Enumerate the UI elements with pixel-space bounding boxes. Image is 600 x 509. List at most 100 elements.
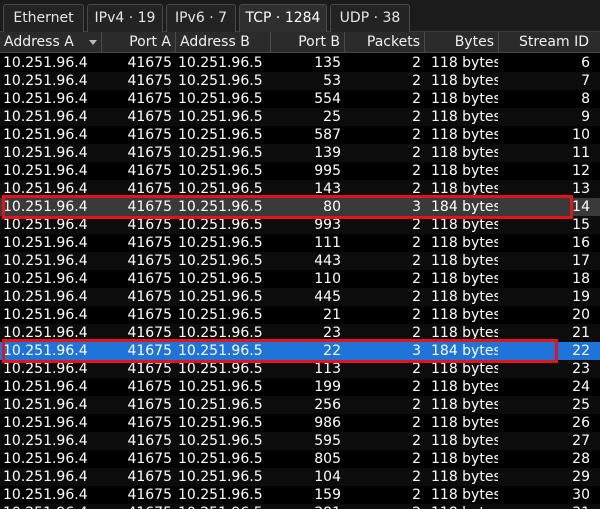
cell-address-a: 10.251.96.4 — [3, 181, 88, 197]
table-row[interactable]: 10.251.96.4 41675 10.251.96.5 80 3 184 bytes 1… — [0, 198, 600, 216]
tab-ipv4[interactable]: IPv4 · 19 — [87, 4, 163, 32]
cell-port-b: 80 — [323, 199, 341, 215]
table-row[interactable]: 10.251.96.4 41675 10.251.96.5 25 2 118 bytes 9 — [0, 108, 600, 126]
table-row[interactable]: 10.251.96.4 41675 10.251.96.5 111 2 118 bytes… — [0, 234, 600, 252]
cell-port-b: 22 — [323, 343, 341, 359]
table-header: Address A Port A Address B Port B Packet… — [0, 32, 600, 53]
cell-packets: 2 — [412, 55, 421, 71]
cell-address-a: 10.251.96.4 — [3, 325, 88, 341]
table-row[interactable]: 10.251.96.4 41675 10.251.96.5 443 2 118 bytes… — [0, 252, 600, 270]
cell-bytes: 118 bytes — [424, 504, 498, 509]
table-row[interactable]: 10.251.96.4 41675 10.251.96.5 993 2 118 bytes… — [0, 216, 600, 234]
column-header-bytes[interactable]: Bytes — [424, 32, 498, 52]
table-row[interactable]: 10.251.96.4 41675 10.251.96.5 22 3 184 bytes 2… — [0, 342, 600, 360]
cell-address-b: 10.251.96.5 — [178, 199, 263, 215]
column-header-packets[interactable]: Packets — [344, 32, 424, 52]
cell-port-b: 993 — [314, 217, 341, 233]
column-header-port-a[interactable]: Port A — [101, 32, 175, 52]
cell-port-b: 23 — [323, 325, 341, 341]
table-row[interactable]: 10.251.96.4 41675 10.251.96.5 554 2 118 bytes… — [0, 90, 600, 108]
table-row[interactable]: 10.251.96.4 41675 10.251.96.5 21 2 118 bytes 2… — [0, 306, 600, 324]
table-row[interactable]: 10.251.96.4 41675 10.251.96.5 113 2 118 bytes… — [0, 360, 600, 378]
table-row[interactable]: 10.251.96.4 41675 10.251.96.5 445 2 118 bytes… — [0, 288, 600, 306]
cell-port-b: 53 — [323, 73, 341, 89]
column-header-stream-id[interactable]: Stream ID — [498, 32, 593, 52]
cell-packets: 2 — [412, 127, 421, 143]
cell-packets: 2 — [412, 415, 421, 431]
cell-address-b: 10.251.96.5 — [178, 127, 263, 143]
cell-bytes: 118 bytes — [431, 451, 498, 467]
cell-port-a: 41675 — [127, 487, 172, 503]
cell-port-a: 41675 — [127, 253, 172, 269]
cell-address-b: 10.251.96.5 — [178, 397, 263, 413]
cell-address-b: 10.251.96.5 — [178, 109, 263, 125]
table-row[interactable]: 10.251.96.4 41675 10.251.96.5 986 2 118 bytes… — [0, 414, 600, 432]
table-row[interactable]: 10.251.96.4 41675 10.251.96.5 104 2 118 bytes… — [0, 468, 600, 486]
cell-port-b: 111 — [314, 235, 341, 251]
cell-stream-id: 20 — [572, 307, 590, 323]
table-row[interactable]: 10.251.96.4 41675 10.251.96.5 595 2 118 bytes… — [0, 432, 600, 450]
cell-address-a: 10.251.96.4 — [3, 379, 88, 395]
table-row[interactable]: 10.251.96.4 41675 10.251.96.5 587 2 118 bytes… — [0, 126, 600, 144]
cell-port-a: 41675 — [101, 504, 175, 509]
table-row[interactable]: 10.251.96.4 41675 10.251.96.5 199 2 118 bytes… — [0, 378, 600, 396]
cell-bytes: 118 bytes — [431, 181, 498, 197]
tab-udp[interactable]: UDP · 38 — [330, 4, 410, 32]
cell-packets: 2 — [344, 504, 424, 509]
cell-address-a: 10.251.96.4 — [3, 343, 88, 359]
cell-port-a: 41675 — [127, 145, 172, 161]
cell-port-a: 41675 — [127, 181, 172, 197]
cell-address-b: 10.251.96.5 — [178, 253, 263, 269]
tab-ethernet[interactable]: Ethernet — [3, 4, 84, 32]
cell-port-b: 256 — [314, 397, 341, 413]
cell-address-b: 10.251.96.5 — [175, 504, 270, 509]
table-row[interactable]: 10.251.96.4 41675 10.251.96.5 23 2 118 bytes 2… — [0, 324, 600, 342]
cell-stream-id: 17 — [572, 253, 590, 269]
column-header-address-b[interactable]: Address B — [175, 32, 270, 52]
cell-packets: 2 — [412, 271, 421, 287]
cell-packets: 2 — [412, 217, 421, 233]
cell-port-b: 445 — [314, 289, 341, 305]
cell-bytes: 118 bytes — [431, 217, 498, 233]
cell-address-b: 10.251.96.5 — [178, 73, 263, 89]
table-row[interactable]: 10.251.96.4 41675 10.251.96.5 53 2 118 bytes 7 — [0, 72, 600, 90]
cell-address-b: 10.251.96.5 — [178, 91, 263, 107]
cell-address-a: 10.251.96.4 — [3, 271, 88, 287]
cell-address-a: 10.251.96.4 — [3, 73, 88, 89]
cell-address-a: 10.251.96.4 — [3, 91, 88, 107]
cell-stream-id: 29 — [572, 469, 590, 485]
table-row[interactable]: 10.251.96.4 41675 10.251.96.5 256 2 118 bytes… — [0, 396, 600, 414]
cell-address-b: 10.251.96.5 — [178, 307, 263, 323]
table-row[interactable]: 10.251.96.4 41675 10.251.96.5 143 2 118 bytes… — [0, 180, 600, 198]
cell-address-a: 10.251.96.4 — [3, 415, 88, 431]
cell-bytes: 118 bytes — [431, 145, 498, 161]
cell-stream-id: 31 — [498, 504, 593, 509]
cell-bytes: 118 bytes — [431, 127, 498, 143]
cell-stream-id: 28 — [572, 451, 590, 467]
table-row[interactable]: 10.251.96.4 41675 10.251.96.5 995 2 118 bytes… — [0, 162, 600, 180]
table-row[interactable]: 10.251.96.4 41675 10.251.96.5 139 2 118 bytes… — [0, 144, 600, 162]
column-header-address-a[interactable]: Address A — [0, 32, 101, 52]
table-row[interactable]: 10.251.96.4 41675 10.251.96.5 135 2 118 bytes… — [0, 54, 600, 72]
cell-bytes: 118 bytes — [431, 55, 498, 71]
cell-stream-id: 8 — [581, 91, 590, 107]
chevron-down-icon — [89, 40, 97, 45]
table-row[interactable]: 10.251.96.44167510.251.96.53812118 bytes… — [0, 504, 600, 509]
cell-bytes: 118 bytes — [431, 487, 498, 503]
table-row[interactable]: 10.251.96.4 41675 10.251.96.5 159 2 118 bytes… — [0, 486, 600, 504]
column-header-port-b[interactable]: Port B — [270, 32, 344, 52]
cell-bytes: 118 bytes — [431, 253, 498, 269]
tab-ipv6[interactable]: IPv6 · 7 — [166, 4, 236, 32]
cell-packets: 2 — [412, 469, 421, 485]
table-row[interactable]: 10.251.96.4 41675 10.251.96.5 805 2 118 bytes… — [0, 450, 600, 468]
cell-packets: 2 — [412, 379, 421, 395]
cell-address-b: 10.251.96.5 — [178, 433, 263, 449]
tab-tcp[interactable]: TCP · 1284 — [239, 4, 327, 33]
cell-port-b: 554 — [314, 91, 341, 107]
cell-address-b: 10.251.96.5 — [178, 379, 263, 395]
cell-packets: 2 — [412, 289, 421, 305]
cell-port-b: 805 — [314, 451, 341, 467]
table-row[interactable]: 10.251.96.4 41675 10.251.96.5 110 2 118 bytes… — [0, 270, 600, 288]
cell-address-b: 10.251.96.5 — [178, 145, 263, 161]
cell-address-a: 10.251.96.4 — [3, 199, 88, 215]
